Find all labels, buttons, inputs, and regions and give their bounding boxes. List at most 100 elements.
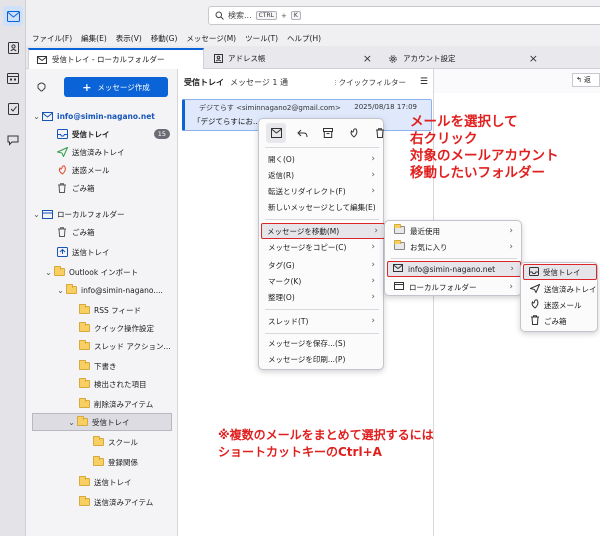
- outbox-icon: [56, 247, 68, 257]
- folder-drafts[interactable]: 下書き: [26, 357, 178, 375]
- folder-sent-items[interactable]: 送信済みアイテム: [26, 493, 178, 511]
- folder-trash[interactable]: ごみ箱: [26, 179, 178, 197]
- get-messages-icon[interactable]: [36, 81, 47, 92]
- menu-bar: ファイル(F) 編集(E) 表示(V) 移動(G) メッセージ(M) ツール(T…: [26, 30, 600, 46]
- folder-info-import[interactable]: ⌄ info@simin-nagano....: [26, 281, 178, 299]
- menu-message[interactable]: メッセージ(M): [186, 33, 236, 44]
- send-icon: [56, 147, 68, 157]
- folder-label: 下書き: [94, 361, 117, 371]
- menu-item-reply[interactable]: 返信(R) ›: [263, 167, 381, 183]
- menu-item-organize[interactable]: 整理(O) ›: [263, 289, 381, 305]
- folder-thread-actions[interactable]: スレッド アクション...: [26, 337, 178, 355]
- folder-quick-steps[interactable]: クイック操作設定: [26, 319, 178, 337]
- tab-account-settings[interactable]: アカウント設定 ×: [380, 48, 600, 69]
- chevron-down-icon[interactable]: ⌄: [67, 418, 76, 427]
- folder-detected[interactable]: 検出された項目: [26, 375, 178, 393]
- folder-sent[interactable]: 送信済みトレイ: [26, 143, 178, 161]
- menu-item-label: 新しいメッセージとして編集(E): [268, 202, 376, 212]
- folder-junk[interactable]: 迷惑メール: [26, 161, 178, 179]
- quick-filter-label: クイックフィルター: [338, 77, 406, 87]
- folder-school[interactable]: スクール: [26, 433, 178, 451]
- tasks-space-button[interactable]: [3, 99, 23, 119]
- junk-icon[interactable]: [344, 123, 364, 143]
- menu-item-move[interactable]: メッセージを移動(M) ›: [261, 223, 385, 239]
- menu-item-tag[interactable]: タグ(G) ›: [263, 257, 381, 273]
- shortcut-key-ctrl: CTRL: [255, 11, 278, 20]
- menu-item-print[interactable]: メッセージを印刷...(P): [263, 351, 381, 367]
- message-count: メッセージ 1 通: [230, 77, 289, 87]
- menu-item-label: スレッド(T): [268, 316, 309, 326]
- folder-label: 送信トレイ: [94, 477, 132, 487]
- folder-rss[interactable]: RSS フィード: [26, 301, 178, 319]
- menu-go[interactable]: 移動(G): [151, 33, 178, 44]
- folder-import-inbox[interactable]: ⌄ 受信トレイ: [32, 413, 172, 431]
- close-tab-icon[interactable]: ×: [363, 52, 372, 65]
- folder-inbox[interactable]: 受信トレイ 15: [26, 125, 178, 143]
- folder-deleted-items[interactable]: 削除済みアイテム: [26, 395, 178, 413]
- compose-button[interactable]: + メッセージ作成: [64, 77, 168, 97]
- menu-file[interactable]: ファイル(F): [32, 33, 72, 44]
- chat-space-button[interactable]: [3, 130, 23, 150]
- account-row-info[interactable]: ⌄ info@simin-nagano.net: [26, 107, 178, 125]
- chevron-down-icon[interactable]: ⌄: [32, 210, 41, 219]
- menu-item-label: マーク(K): [268, 276, 302, 286]
- mail-icon: [37, 55, 47, 64]
- chat-icon: [7, 135, 19, 146]
- folder-outbox[interactable]: 送信トレイ: [26, 243, 178, 261]
- search-box[interactable]: 検索... CTRL + K: [208, 6, 600, 25]
- folder-icon: [78, 496, 90, 507]
- folder-outlook-import[interactable]: ⌄ Outlook インポート: [26, 263, 178, 281]
- tab-inbox[interactable]: 受信トレイ - ローカルフォルダー: [28, 48, 204, 69]
- chevron-right-icon: ›: [371, 260, 375, 270]
- submenu-item-favorites[interactable]: お気に入り ›: [389, 239, 519, 255]
- menu-item-mark[interactable]: マーク(K) ›: [263, 273, 381, 289]
- menu-item-forward[interactable]: 転送とリダイレクト(F) ›: [263, 183, 381, 199]
- menu-edit[interactable]: 編集(E): [81, 33, 107, 44]
- address-book-space-button[interactable]: [3, 38, 23, 58]
- menu-separator: [391, 258, 517, 259]
- chevron-down-icon[interactable]: ⌄: [56, 286, 65, 295]
- menu-tools[interactable]: ツール(T): [245, 33, 278, 44]
- folder-pane: + メッセージ作成 ⌄ info@simin-nagano.net 受信トレイ …: [26, 69, 178, 536]
- target-folder-inbox[interactable]: 受信トレイ: [523, 264, 597, 280]
- menu-item-thread[interactable]: スレッド(T) ›: [263, 313, 381, 329]
- target-folder-junk[interactable]: 迷惑メール: [525, 297, 599, 313]
- calendar-space-button[interactable]: [3, 68, 23, 88]
- archive-icon[interactable]: [318, 123, 338, 143]
- menu-item-save[interactable]: メッセージを保存...(S): [263, 335, 381, 351]
- mail-space-button[interactable]: [3, 6, 23, 26]
- trash-icon[interactable]: [370, 123, 390, 143]
- submenu-item-recent[interactable]: 最近使用 ›: [389, 223, 519, 239]
- menu-view[interactable]: 表示(V): [116, 33, 142, 44]
- reply-icon[interactable]: [266, 123, 286, 143]
- reply-arrow-icon[interactable]: [292, 123, 312, 143]
- close-tab-icon[interactable]: ×: [529, 52, 538, 65]
- chevron-right-icon: ›: [371, 170, 375, 180]
- reply-label: 返: [583, 76, 591, 84]
- local-folders-icon: [394, 282, 404, 292]
- folder-import-outbox[interactable]: 送信トレイ: [26, 473, 178, 491]
- chevron-right-icon: ›: [371, 154, 375, 164]
- submenu-item-account[interactable]: info@simin-nagano.net ›: [387, 261, 521, 277]
- menu-item-label: 転送とリダイレクト(F): [268, 186, 346, 196]
- folder-local-trash[interactable]: ごみ箱: [26, 223, 178, 241]
- target-folder-trash[interactable]: ごみ箱: [525, 313, 599, 329]
- menu-item-edit-as-new[interactable]: 新しいメッセージとして編集(E): [263, 199, 381, 215]
- target-folder-sent[interactable]: 送信済みトレイ: [525, 281, 599, 297]
- tab-address-book[interactable]: アドレス帳 ×: [206, 48, 380, 69]
- folder-label: 送信トレイ: [72, 247, 110, 257]
- quick-filter-button[interactable]: ⫶ クイックフィルター: [334, 77, 406, 88]
- menu-item-open[interactable]: 開く(O) ›: [263, 151, 381, 167]
- submenu-item-local[interactable]: ローカルフォルダー ›: [389, 279, 519, 295]
- spaces-toolbar: [0, 0, 26, 536]
- account-row-local[interactable]: ⌄ ローカルフォルダー: [26, 205, 178, 223]
- menu-item-copy[interactable]: メッセージをコピー(C) ›: [263, 239, 381, 255]
- reply-button[interactable]: ↰ 返: [572, 73, 600, 87]
- folder-registration[interactable]: 登録関係: [26, 453, 178, 471]
- menu-help[interactable]: ヘルプ(H): [287, 33, 321, 44]
- menu-item-label: メッセージを印刷...(P): [268, 354, 346, 364]
- menu-item-label: タグ(G): [268, 260, 295, 270]
- list-options-icon[interactable]: ☰: [420, 77, 428, 87]
- chevron-down-icon[interactable]: ⌄: [44, 268, 53, 277]
- chevron-down-icon[interactable]: ⌄: [32, 112, 41, 121]
